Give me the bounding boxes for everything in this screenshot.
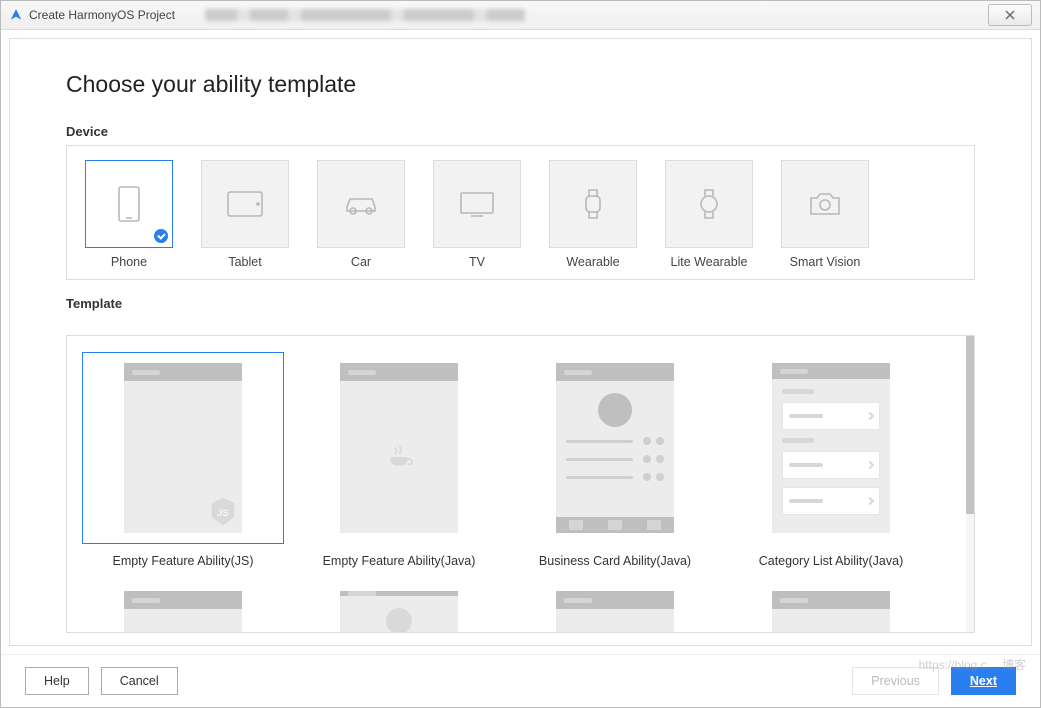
next-button[interactable]: Next (951, 667, 1016, 695)
page-heading: Choose your ability template (66, 71, 975, 98)
background-blur-text (205, 9, 525, 21)
device-section-label: Device (66, 124, 975, 139)
dialog-body: Choose your ability template Device Phon… (9, 38, 1032, 646)
template-option-more-2[interactable] (299, 590, 499, 632)
device-label: TV (469, 255, 485, 269)
wearable-icon (580, 186, 606, 222)
device-option-tv[interactable]: TV (431, 160, 523, 269)
lite-wearable-icon (696, 186, 722, 222)
window-title: Create HarmonyOS Project (29, 8, 175, 22)
help-button[interactable]: Help (25, 667, 89, 695)
device-selector: Phone Tablet Car TV Wearable Lite Wearab (66, 145, 975, 280)
previous-button: Previous (852, 667, 939, 695)
tablet-icon (225, 189, 265, 219)
js-icon: JS (210, 497, 236, 527)
template-section-label: Template (66, 296, 975, 311)
device-label: Phone (111, 255, 147, 269)
window-close-button[interactable] (988, 4, 1032, 26)
device-option-phone[interactable]: Phone (83, 160, 175, 269)
template-label: Empty Feature Ability(Java) (323, 554, 476, 568)
template-scroll-area[interactable]: JS Empty Feature Ability(JS) Empty Featu… (67, 336, 966, 632)
template-scrollbar[interactable] (966, 336, 974, 632)
template-option-empty-java[interactable]: Empty Feature Ability(Java) (299, 352, 499, 568)
device-option-lite-wearable[interactable]: Lite Wearable (663, 160, 755, 269)
dialog-footer: Help Cancel Previous Next (1, 654, 1040, 707)
device-option-wearable[interactable]: Wearable (547, 160, 639, 269)
java-icon (385, 443, 413, 471)
svg-text:JS: JS (217, 508, 229, 519)
titlebar: Create HarmonyOS Project (1, 1, 1040, 30)
camera-icon (807, 190, 843, 218)
device-option-car[interactable]: Car (315, 160, 407, 269)
template-option-more-1[interactable] (83, 590, 283, 632)
device-label: Smart Vision (790, 255, 861, 269)
tv-icon (457, 189, 497, 219)
device-label: Tablet (228, 255, 261, 269)
phone-icon (116, 185, 142, 223)
template-option-empty-js[interactable]: JS Empty Feature Ability(JS) (83, 352, 283, 568)
close-icon (1004, 9, 1016, 21)
device-label: Car (351, 255, 371, 269)
check-icon (154, 229, 168, 243)
template-option-more-3[interactable] (515, 590, 715, 632)
avatar-icon (598, 393, 632, 427)
template-option-category-list[interactable]: Category List Ability(Java) (731, 352, 931, 568)
template-selector: JS Empty Feature Ability(JS) Empty Featu… (66, 335, 975, 633)
cancel-button[interactable]: Cancel (101, 667, 178, 695)
app-logo-icon (9, 8, 23, 22)
template-label: Business Card Ability(Java) (539, 554, 691, 568)
dialog-window: Create HarmonyOS Project Choose your abi… (0, 0, 1041, 708)
template-label: Empty Feature Ability(JS) (112, 554, 253, 568)
device-option-smart-vision[interactable]: Smart Vision (779, 160, 871, 269)
car-icon (341, 191, 381, 217)
template-option-business-card[interactable]: Business Card Ability(Java) (515, 352, 715, 568)
template-label: Category List Ability(Java) (759, 554, 904, 568)
device-option-tablet[interactable]: Tablet (199, 160, 291, 269)
device-label: Wearable (566, 255, 619, 269)
template-option-more-4[interactable] (731, 590, 931, 632)
device-label: Lite Wearable (671, 255, 748, 269)
